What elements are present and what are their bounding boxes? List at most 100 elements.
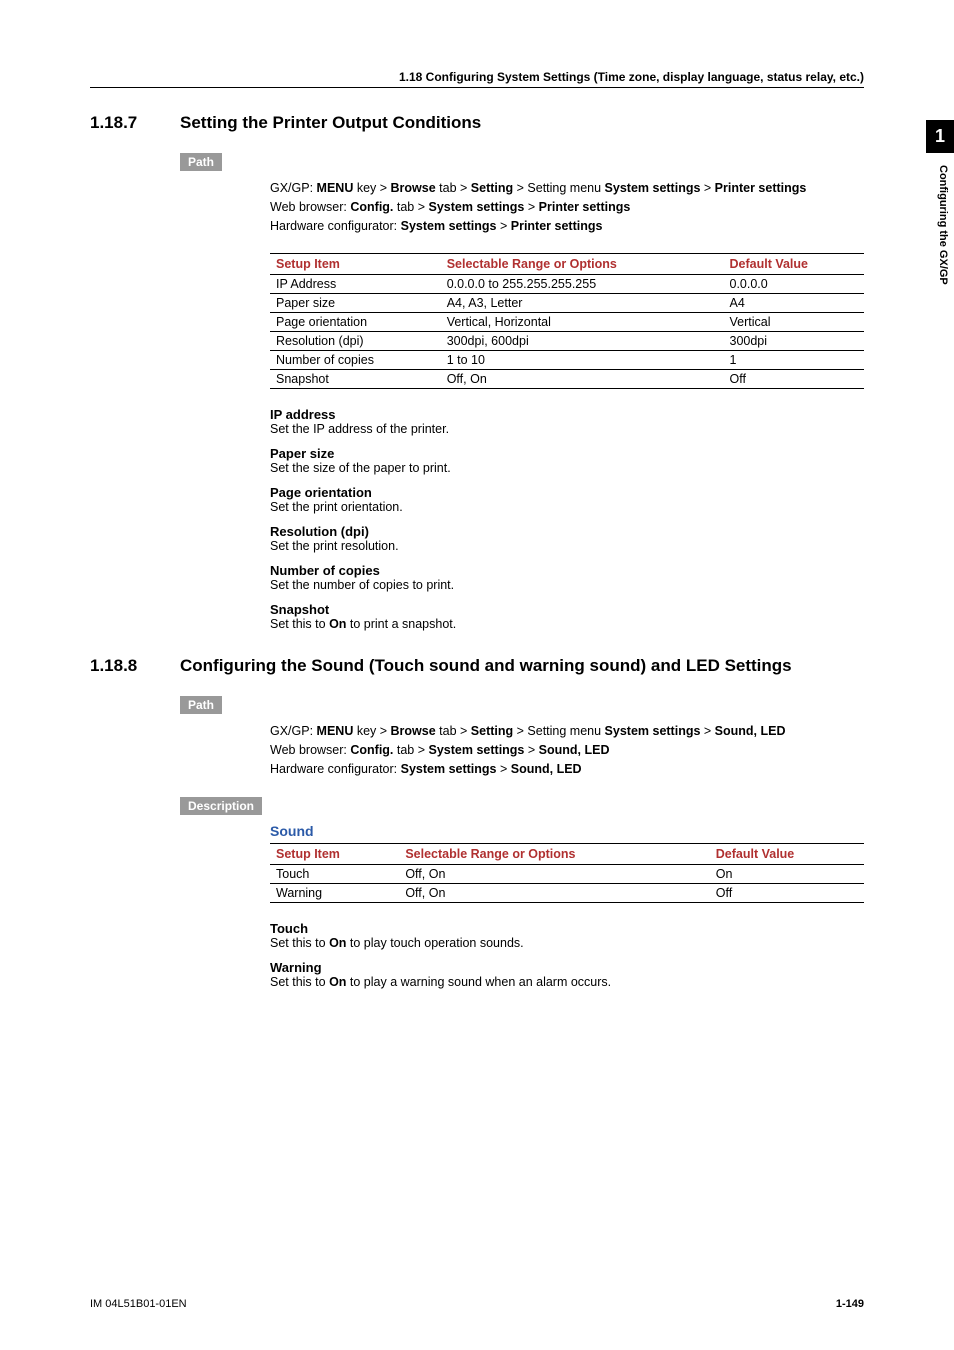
table-cell: Vertical bbox=[724, 313, 865, 332]
param-desc: Set this to On to play touch operation s… bbox=[270, 936, 864, 950]
table-cell: Off bbox=[724, 370, 865, 389]
table-header: Default Value bbox=[710, 843, 864, 864]
sound-settings-table: Setup Item Selectable Range or Options D… bbox=[270, 843, 864, 903]
table-row: Number of copies1 to 101 bbox=[270, 351, 864, 370]
path-bold: System settings bbox=[605, 724, 701, 738]
section-title: Configuring the Sound (Touch sound and w… bbox=[180, 656, 864, 676]
path-bold: MENU bbox=[317, 724, 354, 738]
table-cell: 300dpi bbox=[724, 332, 865, 351]
footer-doc-id: IM 04L51B01-01EN bbox=[90, 1298, 187, 1310]
table-row: WarningOff, OnOff bbox=[270, 883, 864, 902]
table-cell: IP Address bbox=[270, 275, 441, 294]
table-cell: Resolution (dpi) bbox=[270, 332, 441, 351]
param-title: Warning bbox=[270, 960, 864, 975]
path-text: key > bbox=[353, 181, 390, 195]
table-cell: 1 to 10 bbox=[441, 351, 724, 370]
param-desc: Set this to On to print a snapshot. bbox=[270, 617, 864, 631]
path-bold: System settings bbox=[401, 762, 497, 776]
path-bold: Sound, LED bbox=[715, 724, 786, 738]
path-bold: Setting bbox=[471, 724, 513, 738]
param-title: Touch bbox=[270, 921, 864, 936]
path-text: GX/GP: bbox=[270, 724, 317, 738]
param-desc: Set the print orientation. bbox=[270, 500, 864, 514]
table-cell: Off, On bbox=[399, 883, 709, 902]
path-text: > Setting menu bbox=[513, 724, 604, 738]
path-bold: System settings bbox=[429, 743, 525, 757]
path-text: Hardware configurator: bbox=[270, 219, 401, 233]
section-number: 1.18.7 bbox=[90, 113, 180, 133]
section-number: 1.18.8 bbox=[90, 656, 180, 676]
path-bold: Setting bbox=[471, 181, 513, 195]
param-title: IP address bbox=[270, 407, 864, 422]
param-title: Resolution (dpi) bbox=[270, 524, 864, 539]
printer-settings-table: Setup Item Selectable Range or Options D… bbox=[270, 253, 864, 389]
table-row: Paper sizeA4, A3, LetterA4 bbox=[270, 294, 864, 313]
table-cell: A4 bbox=[724, 294, 865, 313]
path-bold: Printer settings bbox=[539, 200, 631, 214]
param-desc: Set the number of copies to print. bbox=[270, 578, 864, 592]
table-cell: 0.0.0.0 bbox=[724, 275, 865, 294]
table-row: IP Address0.0.0.0 to 255.255.255.2550.0.… bbox=[270, 275, 864, 294]
path-bold: Printer settings bbox=[715, 181, 807, 195]
path-bold: Browse bbox=[391, 724, 436, 738]
path-text: key > bbox=[353, 724, 390, 738]
param-desc: Set this to On to play a warning sound w… bbox=[270, 975, 864, 989]
path-bold: Printer settings bbox=[511, 219, 603, 233]
group-title-sound: Sound bbox=[270, 823, 864, 839]
table-cell: 0.0.0.0 to 255.255.255.255 bbox=[441, 275, 724, 294]
path-text: > bbox=[497, 219, 511, 233]
path-bold: Config. bbox=[350, 200, 393, 214]
path-text: Hardware configurator: bbox=[270, 762, 401, 776]
table-cell: 300dpi, 600dpi bbox=[441, 332, 724, 351]
path-text: > bbox=[524, 200, 538, 214]
param-title: Number of copies bbox=[270, 563, 864, 578]
table-cell: On bbox=[710, 864, 864, 883]
path-bold: Config. bbox=[350, 743, 393, 757]
param-desc: Set the print resolution. bbox=[270, 539, 864, 553]
path-text: Web browser: bbox=[270, 200, 350, 214]
table-cell: Touch bbox=[270, 864, 399, 883]
param-desc: Set the size of the paper to print. bbox=[270, 461, 864, 475]
path-badge: Path bbox=[180, 153, 222, 171]
path-text: tab > bbox=[393, 200, 428, 214]
table-header: Selectable Range or Options bbox=[399, 843, 709, 864]
table-cell: Paper size bbox=[270, 294, 441, 313]
param-title: Paper size bbox=[270, 446, 864, 461]
table-cell: 1 bbox=[724, 351, 865, 370]
table-cell: Page orientation bbox=[270, 313, 441, 332]
path-bold: System settings bbox=[605, 181, 701, 195]
path-text: > Setting menu bbox=[513, 181, 604, 195]
path-text: > bbox=[700, 724, 714, 738]
path-text: tab > bbox=[436, 181, 471, 195]
table-header: Default Value bbox=[724, 254, 865, 275]
table-cell: Number of copies bbox=[270, 351, 441, 370]
path-bold: Sound, LED bbox=[539, 743, 610, 757]
running-header: 1.18 Configuring System Settings (Time z… bbox=[90, 70, 864, 88]
path-text: GX/GP: bbox=[270, 181, 317, 195]
path-text: > bbox=[700, 181, 714, 195]
table-header: Selectable Range or Options bbox=[441, 254, 724, 275]
path-bold: Browse bbox=[391, 181, 436, 195]
table-cell: Warning bbox=[270, 883, 399, 902]
path-bold: System settings bbox=[429, 200, 525, 214]
table-header: Setup Item bbox=[270, 254, 441, 275]
table-row: Resolution (dpi)300dpi, 600dpi300dpi bbox=[270, 332, 864, 351]
path-badge: Path bbox=[180, 696, 222, 714]
table-row: Page orientationVertical, HorizontalVert… bbox=[270, 313, 864, 332]
path-text: tab > bbox=[436, 724, 471, 738]
path-text: > bbox=[524, 743, 538, 757]
table-header: Setup Item bbox=[270, 843, 399, 864]
param-title: Snapshot bbox=[270, 602, 864, 617]
path-block: GX/GP: MENU key > Browse tab > Setting >… bbox=[270, 722, 864, 778]
path-bold: Sound, LED bbox=[511, 762, 582, 776]
path-text: Web browser: bbox=[270, 743, 350, 757]
path-bold: MENU bbox=[317, 181, 354, 195]
table-cell: Vertical, Horizontal bbox=[441, 313, 724, 332]
footer-page-number: 1-149 bbox=[836, 1298, 864, 1310]
table-cell: Off bbox=[710, 883, 864, 902]
table-cell: A4, A3, Letter bbox=[441, 294, 724, 313]
param-desc: Set the IP address of the printer. bbox=[270, 422, 864, 436]
path-block: GX/GP: MENU key > Browse tab > Setting >… bbox=[270, 179, 864, 235]
section-title: Setting the Printer Output Conditions bbox=[180, 113, 864, 133]
path-text: > bbox=[497, 762, 511, 776]
